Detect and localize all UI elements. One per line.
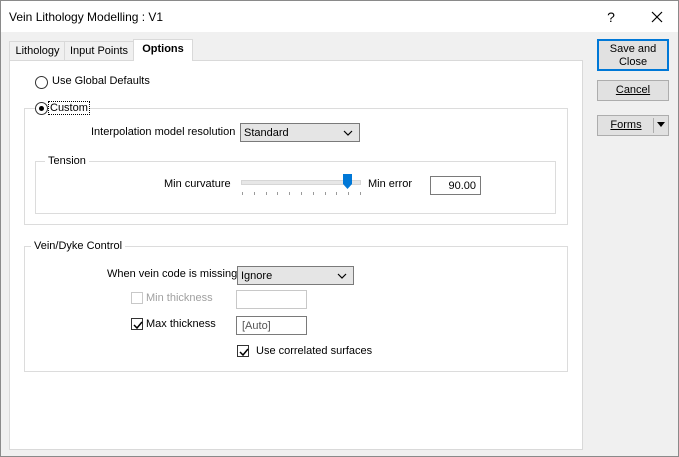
slider-tick <box>301 192 302 195</box>
help-button[interactable]: ? <box>599 7 623 27</box>
custom-label: Custom <box>48 101 90 115</box>
min-thickness-field[interactable] <box>236 290 307 309</box>
slider-tick <box>348 192 350 195</box>
min-curvature-label: Min curvature <box>164 178 231 190</box>
tension-value-field[interactable]: 90.00 <box>430 176 481 195</box>
missing-code-value: Ignore <box>241 270 273 282</box>
max-thickness-label: Max thickness <box>146 318 216 330</box>
slider-tick <box>336 192 338 195</box>
slider-tick <box>324 192 326 195</box>
forms-divider <box>653 118 654 133</box>
interpolation-dropdown[interactable]: Standard <box>240 123 360 142</box>
vein-dyke-title: Vein/Dyke Control <box>31 240 126 252</box>
chevron-down-icon <box>337 273 347 279</box>
correlated-surfaces-label: Use correlated surfaces <box>256 345 373 357</box>
save-and-close-line2: Close <box>618 56 648 68</box>
dropdown-arrow-icon[interactable] <box>657 122 665 128</box>
tab-lithology[interactable]: Lithology <box>9 41 66 61</box>
tension-title: Tension <box>45 155 89 167</box>
max-thickness-value: [Auto] <box>242 320 271 332</box>
tension-value: 90.00 <box>448 180 476 192</box>
missing-code-dropdown[interactable]: Ignore <box>237 266 354 285</box>
slider-tick <box>360 192 361 195</box>
window-title: Vein Lithology Modelling : V1 <box>9 10 164 24</box>
chevron-down-icon <box>343 130 353 136</box>
interpolation-label: Interpolation model resolution <box>91 126 236 138</box>
custom-radio[interactable] <box>35 102 48 115</box>
missing-code-label: When vein code is missing <box>107 268 238 280</box>
slider-tick <box>242 192 243 195</box>
slider-tick <box>277 192 279 195</box>
save-and-close-line1: Save and <box>609 43 657 55</box>
slider-tick <box>265 192 267 195</box>
title-bar: Vein Lithology Modelling : V1 ? <box>1 1 678 32</box>
checkmark-icon <box>239 348 249 357</box>
tab-options[interactable]: Options <box>133 39 193 61</box>
slider-tick <box>253 192 255 195</box>
checkmark-icon <box>133 321 143 330</box>
tension-slider-thumb[interactable] <box>343 174 353 189</box>
close-button[interactable] <box>645 7 669 27</box>
close-icon <box>651 11 663 23</box>
max-thickness-field[interactable]: [Auto] <box>236 316 307 335</box>
forms-label: Forms <box>610 119 642 131</box>
cancel-button[interactable]: Cancel <box>597 80 669 101</box>
slider-tick <box>312 192 314 195</box>
options-panel: Use Global Defaults Custom Interpolation… <box>9 60 583 450</box>
min-thickness-label: Min thickness <box>146 292 213 304</box>
interpolation-value: Standard <box>244 127 289 139</box>
save-and-close-button[interactable]: Save and Close <box>597 39 669 71</box>
max-thickness-checkbox[interactable] <box>131 318 143 330</box>
use-global-defaults-label: Use Global Defaults <box>52 75 150 87</box>
min-thickness-checkbox[interactable] <box>131 292 143 304</box>
tab-input-points[interactable]: Input Points <box>64 41 134 61</box>
correlated-surfaces-checkbox[interactable] <box>237 345 249 357</box>
min-error-label: Min error <box>368 178 413 190</box>
dialog-window: Vein Lithology Modelling : V1 ? Litholog… <box>0 0 679 457</box>
forms-button[interactable]: Forms <box>597 115 669 136</box>
use-global-defaults-radio[interactable] <box>35 76 48 89</box>
slider-tick <box>289 192 291 195</box>
